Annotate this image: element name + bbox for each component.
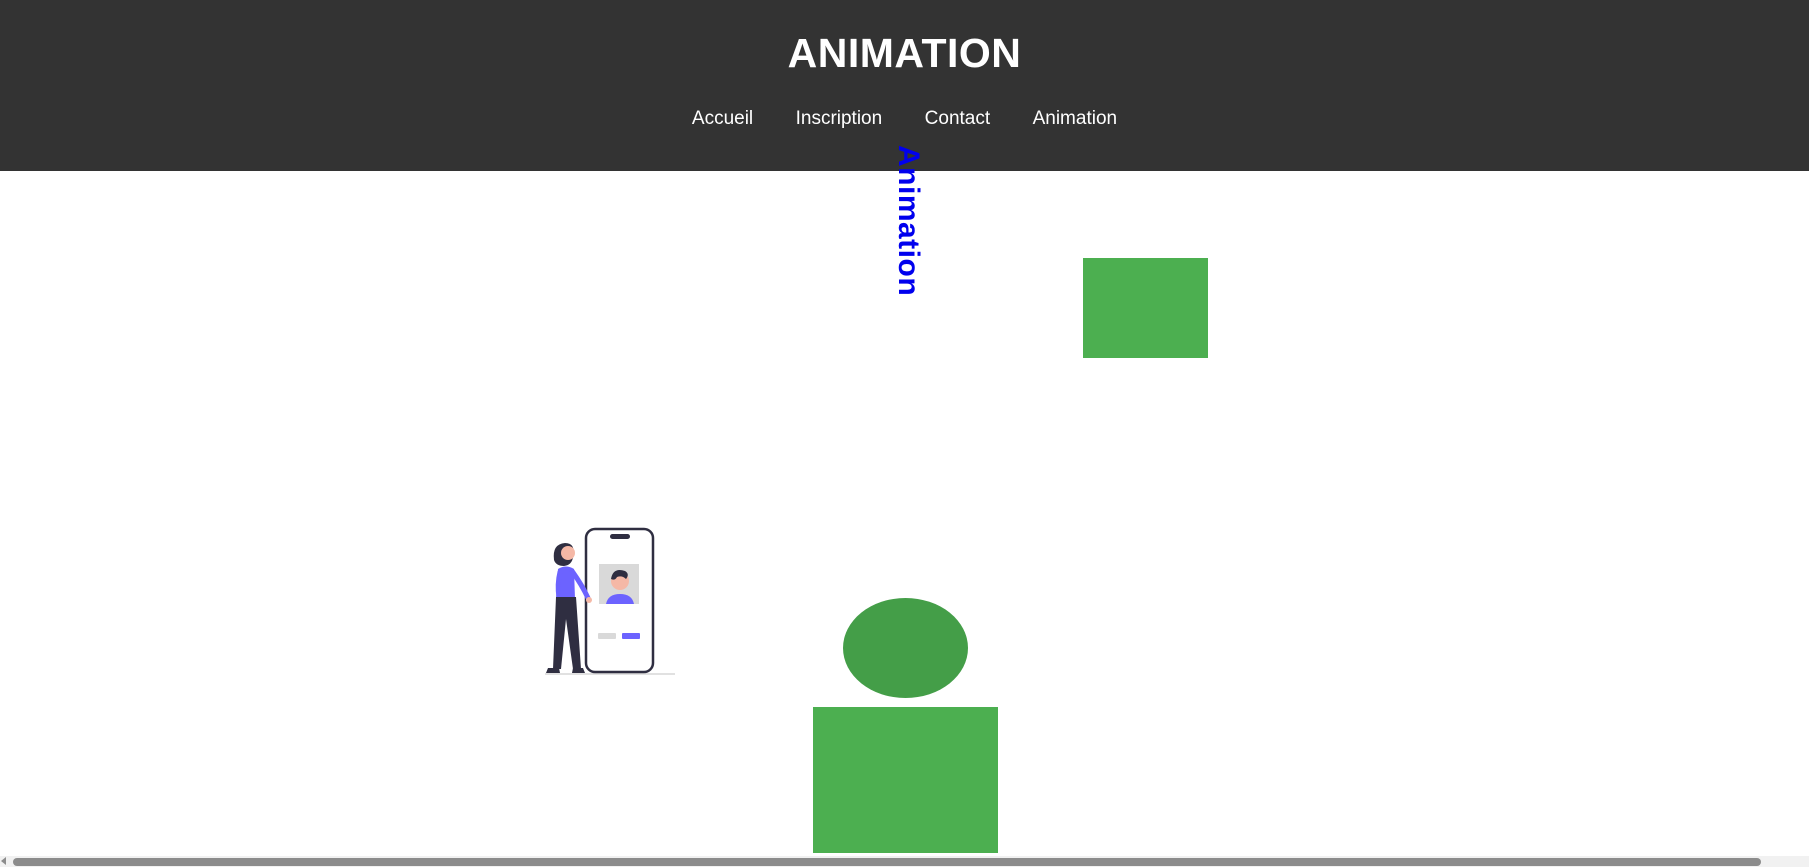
nav-link-accueil[interactable]: Accueil bbox=[692, 108, 753, 130]
animated-circle bbox=[843, 598, 968, 698]
site-title: ANIMATION bbox=[787, 30, 1022, 76]
nav-link-animation[interactable]: Animation bbox=[1033, 108, 1118, 130]
page: ANIMATION Accueil Inscription Contact An… bbox=[0, 0, 1809, 867]
animated-square-bottom bbox=[813, 707, 998, 853]
animated-square-top bbox=[1083, 258, 1208, 358]
smartphone-profile-illustration bbox=[545, 527, 675, 675]
nav-link-contact[interactable]: Contact bbox=[925, 108, 990, 130]
horizontal-scrollbar-thumb[interactable] bbox=[13, 858, 1761, 866]
woman-with-phone-icon bbox=[545, 527, 675, 675]
main-nav: Accueil Inscription Contact Animation bbox=[0, 108, 1809, 130]
nav-link-inscription[interactable]: Inscription bbox=[796, 108, 883, 130]
scroll-left-arrow-icon[interactable] bbox=[1, 857, 6, 865]
animated-rotating-label: Animation bbox=[892, 145, 925, 297]
